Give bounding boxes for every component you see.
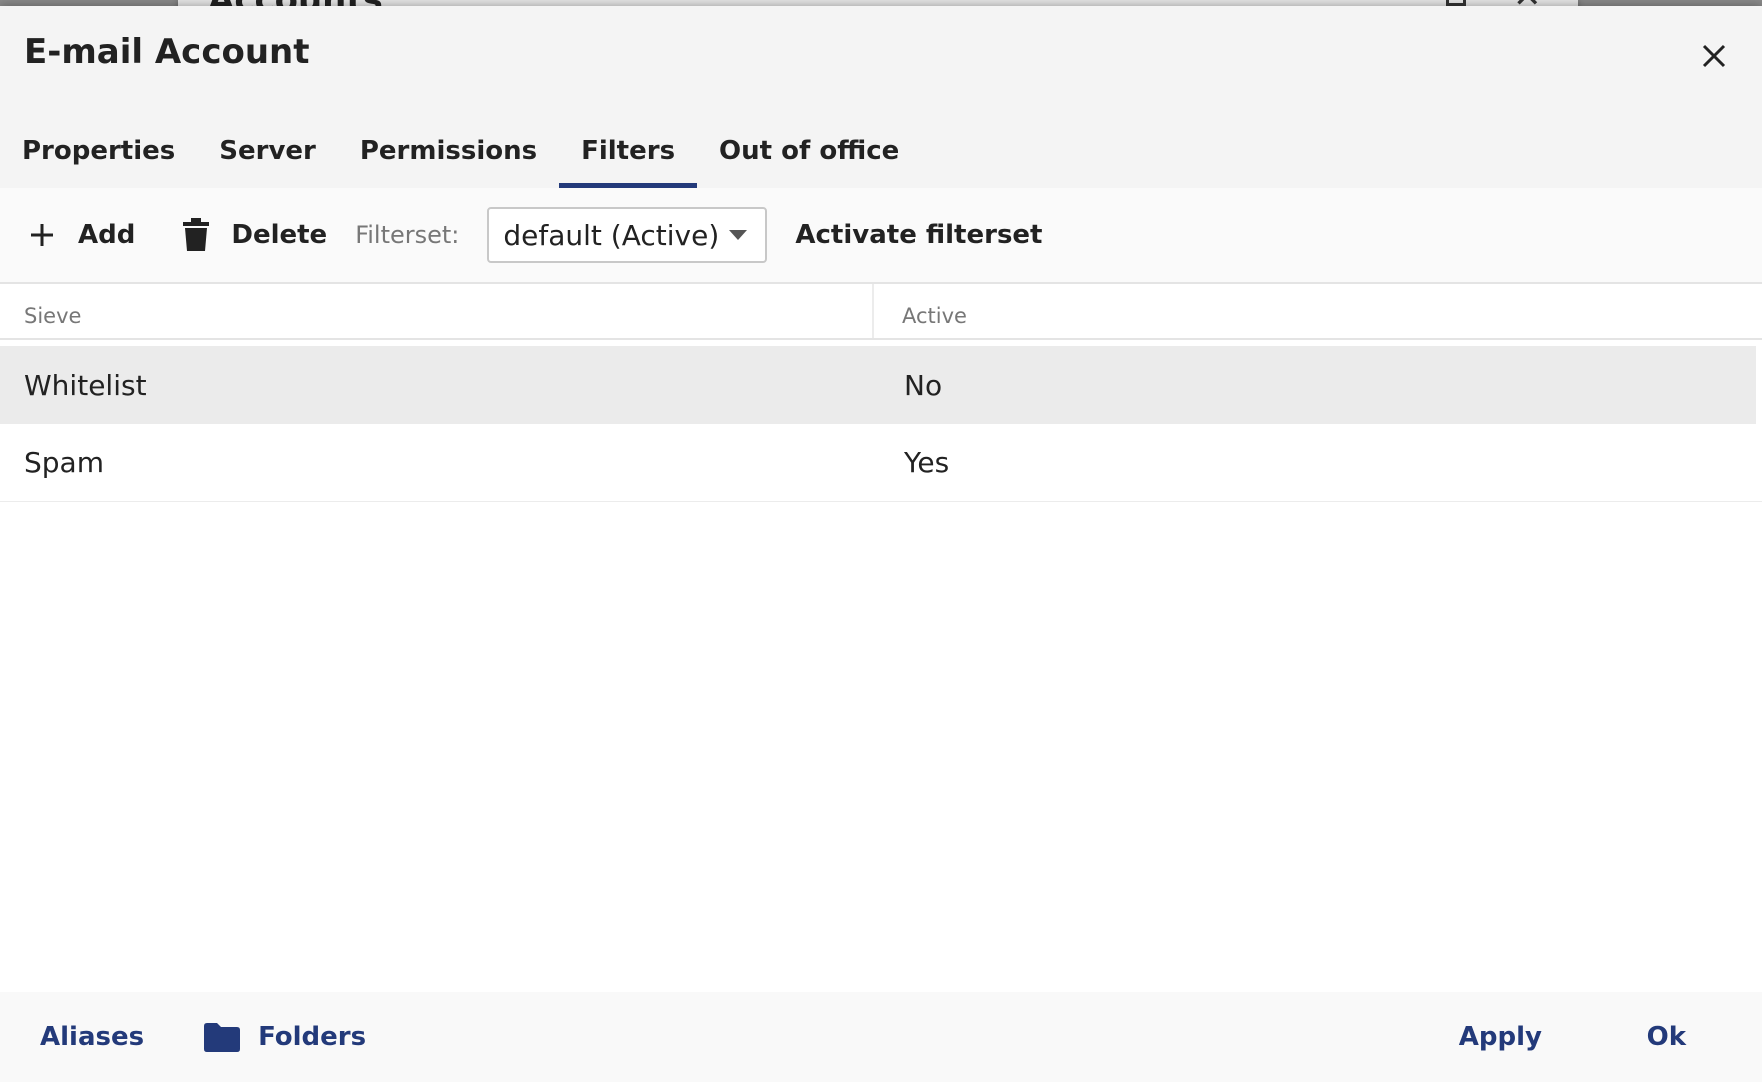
close-icon[interactable] [1696,38,1732,74]
folders-button[interactable]: Folders [204,1022,366,1052]
active-cell: Yes [904,446,950,479]
column-header-active[interactable]: Active [874,284,967,338]
plus-icon [31,224,53,246]
add-label: Add [78,220,136,250]
table-header: Sieve Active [0,284,1762,340]
sieve-cell: Whitelist [24,368,147,402]
delete-label: Delete [231,220,328,250]
dialog-title: E-mail Account [24,32,310,72]
folder-icon [204,1023,241,1052]
filterset-select[interactable]: default (Active) [487,207,768,263]
add-button[interactable]: Add [28,220,135,250]
aliases-button[interactable]: Aliases [40,1022,144,1052]
trash-icon [183,218,210,251]
chevron-down-icon [729,230,748,240]
delete-button[interactable]: Delete [183,218,327,252]
tab-permissions[interactable]: Permissions [338,116,559,188]
tab-filters[interactable]: Filters [559,116,697,188]
ok-button[interactable]: Ok [1647,1022,1686,1052]
tab-server[interactable]: Server [197,116,338,188]
dialog-header: E-mail Account Properties Server Permiss… [0,6,1762,188]
dialog-footer: Aliases Folders Apply Ok [0,992,1762,1082]
folders-label: Folders [258,1022,367,1052]
filterset-value: default (Active) [503,218,720,252]
filters-toolbar: Add Delete Filterset: default (Active) A… [0,188,1762,284]
email-account-dialog: E-mail Account Properties Server Permiss… [0,6,1762,1082]
apply-button[interactable]: Apply [1459,1022,1542,1052]
tab-out-of-office[interactable]: Out of office [697,116,921,188]
filterset-label: Filterset: [355,221,460,249]
table-row[interactable]: Whitelist No [0,346,1756,424]
column-header-sieve[interactable]: Sieve [0,284,874,338]
sieve-cell: Spam [24,446,104,479]
table-row[interactable]: Spam Yes [0,424,1762,502]
active-cell: No [904,368,943,402]
filter-list: Whitelist No Spam Yes [0,340,1762,502]
tab-bar: Properties Server Permissions Filters Ou… [0,116,921,188]
tab-properties[interactable]: Properties [0,116,197,188]
activate-filterset-button[interactable]: Activate filterset [795,220,1042,250]
